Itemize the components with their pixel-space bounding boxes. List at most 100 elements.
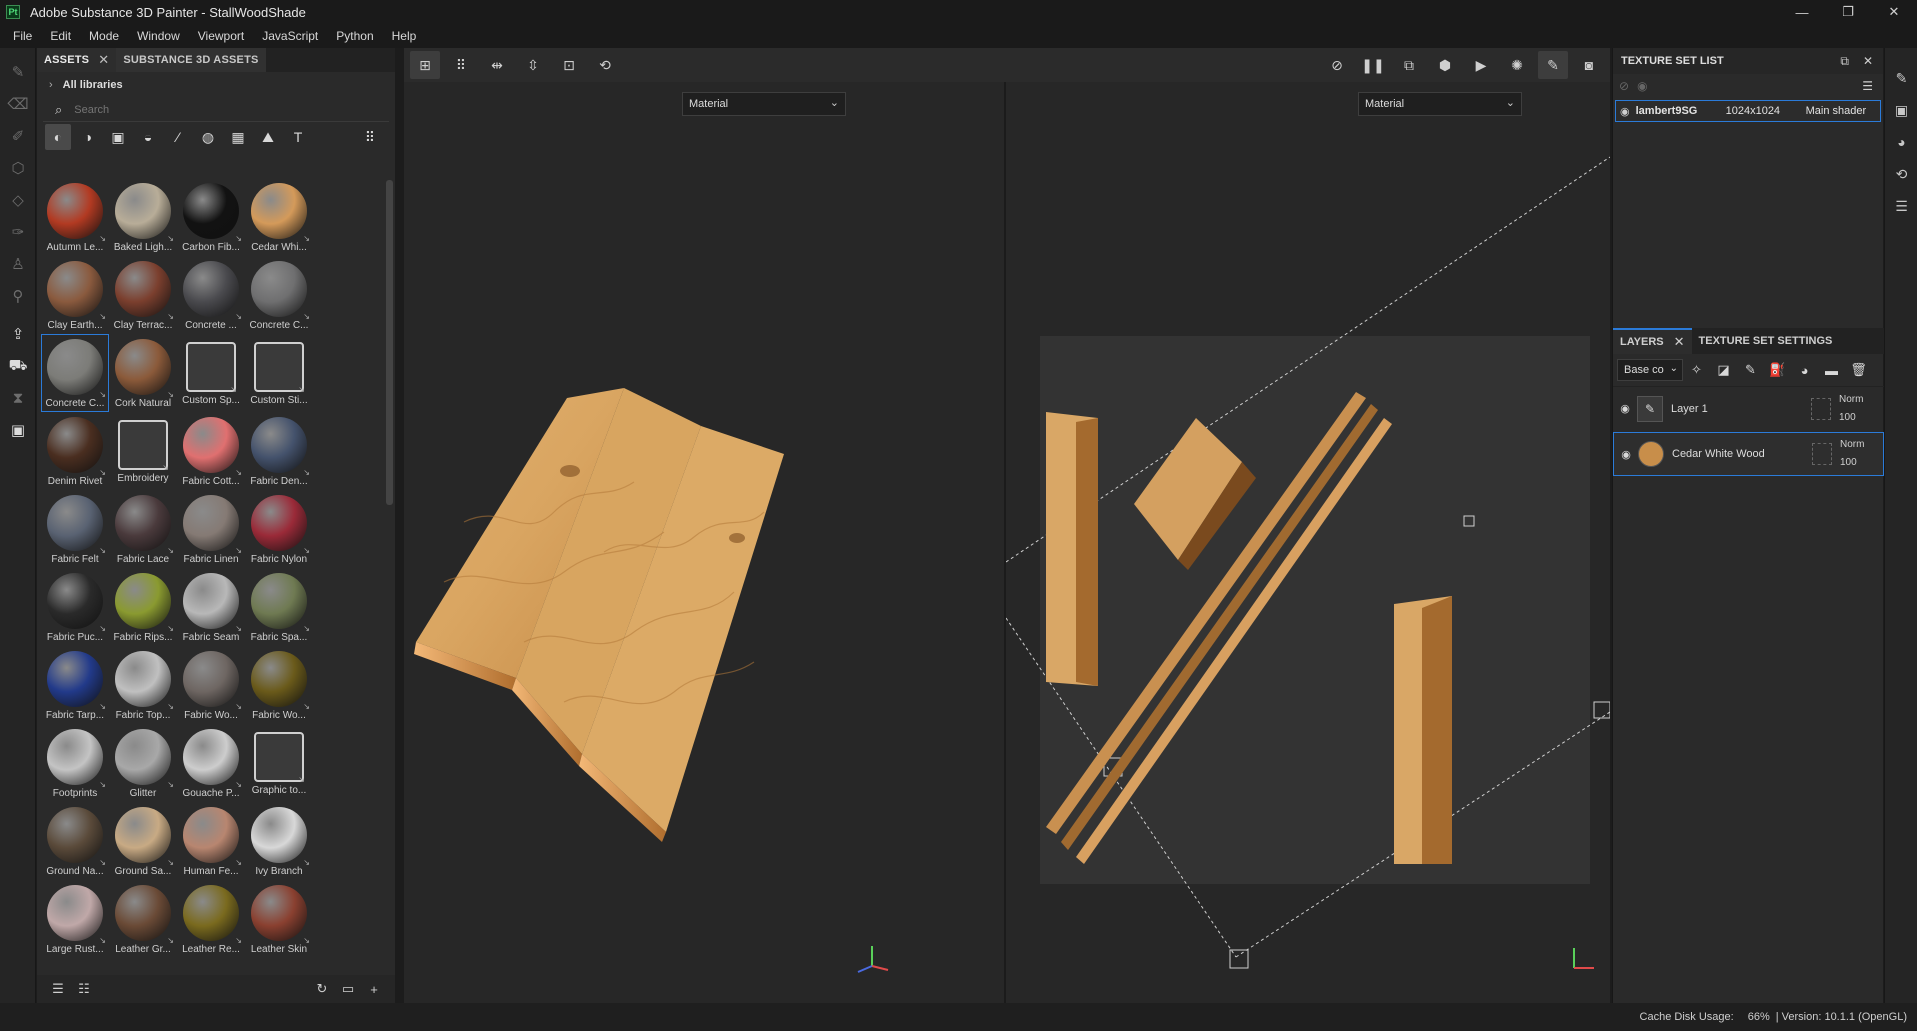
hide-icon[interactable]: ⊘ [1322, 51, 1352, 79]
asset-item[interactable]: ↘ Fabric Nylon [245, 490, 313, 568]
eye-icon[interactable]: ◉ [1613, 402, 1637, 415]
hide-all-icon[interactable]: ⊘ [1619, 79, 1629, 93]
materials-filter-icon[interactable]: ◐ [45, 124, 71, 150]
shader-settings-icon[interactable]: ◕ [1885, 126, 1917, 158]
shading-icon[interactable]: ✺ [1502, 51, 1532, 79]
asset-item[interactable]: ↘ Cork Natural [109, 334, 177, 412]
masks-filter-icon[interactable]: ▣ [105, 124, 131, 150]
asset-item[interactable]: ↘ Fabric Wo... [177, 646, 245, 724]
asset-item[interactable]: ↘ Concrete ... [177, 256, 245, 334]
smart-materials-filter-icon[interactable]: ◑ [75, 124, 101, 150]
channel-select[interactable]: Base co ⌄ [1617, 359, 1683, 381]
color-picker-tool-icon[interactable]: ⚲ [0, 280, 36, 312]
pause-icon[interactable]: ❚❚ [1358, 51, 1388, 79]
add-mask-icon[interactable]: ◪ [1710, 358, 1737, 382]
cube-view-icon[interactable]: ⬢ [1430, 51, 1460, 79]
asset-item[interactable]: ↘ Fabric Den... [245, 412, 313, 490]
add-paint-layer-icon[interactable]: ✎ [1737, 358, 1764, 382]
hourglass-icon[interactable]: ⧗ [0, 382, 36, 414]
grid-view-icon[interactable]: ⠿ [357, 124, 383, 150]
asset-item[interactable]: ↘ Gouache P... [177, 724, 245, 802]
projection-tool-icon[interactable]: ✐ [0, 120, 36, 152]
asset-item[interactable]: ↘ Ivy Branch [245, 802, 313, 880]
list-view-icon[interactable]: ☷ [71, 981, 97, 997]
menu-mode[interactable]: Mode [80, 29, 128, 43]
close-tab-icon[interactable]: ✕ [98, 52, 109, 68]
layer-mask-slot[interactable] [1811, 397, 1831, 420]
asset-item[interactable]: ↘ Fabric Linen [177, 490, 245, 568]
menu-window[interactable]: Window [128, 29, 189, 43]
close-tab-icon[interactable]: ✕ [1674, 334, 1685, 350]
tab-texture-set-settings[interactable]: TEXTURE SET SETTINGS [1692, 328, 1840, 354]
smudge-tool-icon[interactable]: ✑ [0, 216, 36, 248]
generators-filter-icon[interactable]: ◒ [135, 124, 161, 150]
asset-item[interactable]: ↘ Ground Sa... [109, 802, 177, 880]
brush-settings-icon[interactable]: ✎ [1885, 62, 1917, 94]
menu-edit[interactable]: Edit [41, 29, 80, 43]
new-folder-icon[interactable]: ▭ [335, 981, 361, 997]
asset-item[interactable]: ↘ Fabric Puc... [41, 568, 109, 646]
asset-item[interactable]: ↘ Custom Sti... [245, 334, 313, 412]
tile-view-icon[interactable]: ⠿ [446, 51, 476, 79]
asset-item[interactable]: ↘ Fabric Seam [177, 568, 245, 646]
sort-icon[interactable]: ☰ [45, 981, 71, 997]
grid-snap-icon[interactable]: ⊞ [410, 51, 440, 79]
asset-item[interactable]: ↘ Fabric Lace [109, 490, 177, 568]
assets-scrollbar[interactable] [386, 180, 393, 505]
mirror-x-icon[interactable]: ⇹ [482, 51, 512, 79]
asset-item[interactable]: ↘ Concrete C... [41, 334, 109, 412]
menu-javascript[interactable]: JavaScript [253, 29, 327, 43]
history-icon[interactable]: ⟲ [590, 51, 620, 79]
history-icon[interactable]: ⟲ [1885, 158, 1917, 190]
tab-substance-3d-assets[interactable]: SUBSTANCE 3D ASSETS [116, 48, 266, 72]
maximize-button[interactable]: ❐ [1825, 0, 1871, 24]
asset-item[interactable]: ↘ Fabric Cott... [177, 412, 245, 490]
menu-python[interactable]: Python [327, 29, 382, 43]
asset-item[interactable]: ↘ Fabric Rips... [109, 568, 177, 646]
bake-icon[interactable]: ⛟ [0, 350, 36, 382]
text-filter-icon[interactable]: T [285, 124, 311, 150]
eraser-tool-icon[interactable]: ⌫ [0, 88, 36, 120]
asset-item[interactable]: ↘ Cedar Whi... [245, 178, 313, 256]
textures-filter-icon[interactable]: ▦ [225, 124, 251, 150]
paint-brush-tool-icon[interactable]: ✎ [0, 56, 36, 88]
layer-opacity[interactable]: 100 [1839, 409, 1863, 427]
geometry-fill-tool-icon[interactable]: ⬡ [0, 152, 36, 184]
environments-filter-icon[interactable]: ⛰ [255, 124, 281, 150]
menu-icon[interactable]: ☰ [1862, 79, 1873, 93]
add-fill-layer-icon[interactable]: ⛽ [1764, 358, 1791, 382]
menu-viewport[interactable]: Viewport [189, 29, 253, 43]
asset-item[interactable]: ↘ Clay Earth... [41, 256, 109, 334]
folder-icon[interactable]: ▬ [1818, 358, 1845, 382]
add-effect-icon[interactable]: ✧ [1683, 358, 1710, 382]
add-group-icon[interactable]: ◕ [1791, 358, 1818, 382]
layer-blend-mode[interactable]: Norm [1839, 391, 1863, 409]
asset-item[interactable]: ↘ Footprints [41, 724, 109, 802]
asset-item[interactable]: ↘ Large Rust... [41, 880, 109, 958]
add-icon[interactable]: + [361, 982, 387, 997]
minimize-button[interactable]: — [1779, 0, 1825, 24]
asset-item[interactable]: ↘ Custom Sp... [177, 334, 245, 412]
asset-item[interactable]: ↘ Fabric Top... [109, 646, 177, 724]
layer-row[interactable]: ◉ Cedar White Wood Norm 100 [1613, 432, 1884, 476]
asset-item[interactable]: ↘ Concrete C... [245, 256, 313, 334]
menu-help[interactable]: Help [383, 29, 426, 43]
refresh-icon[interactable]: ↻ [309, 981, 335, 997]
asset-item[interactable]: ↘ Carbon Fib... [177, 178, 245, 256]
eye-icon[interactable]: ◉ [1620, 105, 1630, 118]
viewport-3d[interactable]: Material ⌄ [404, 82, 1004, 1003]
asset-item[interactable]: ↘ Autumn Le... [41, 178, 109, 256]
texture-set-row[interactable]: ◉ lambert9SG 1024x1024 Main shader [1615, 100, 1881, 122]
asset-item[interactable]: ↘ Leather Gr... [109, 880, 177, 958]
paint-mode-icon[interactable]: ✎ [1538, 51, 1568, 79]
layer-row[interactable]: ◉ ✎ Layer 1 Norm 100 [1613, 386, 1884, 430]
clone-tool-icon[interactable]: ♙ [0, 248, 36, 280]
menu-file[interactable]: File [4, 29, 41, 43]
asset-item[interactable]: ↘ Leather Skin [245, 880, 313, 958]
tab-layers[interactable]: LAYERS ✕ [1613, 328, 1692, 354]
camera-icon[interactable]: ▶ [1466, 51, 1496, 79]
asset-item[interactable]: ↘ Glitter [109, 724, 177, 802]
layer-blend-mode[interactable]: Norm [1840, 436, 1864, 454]
layer-mask-slot[interactable] [1812, 443, 1832, 465]
close-button[interactable]: ✕ [1871, 0, 1917, 24]
